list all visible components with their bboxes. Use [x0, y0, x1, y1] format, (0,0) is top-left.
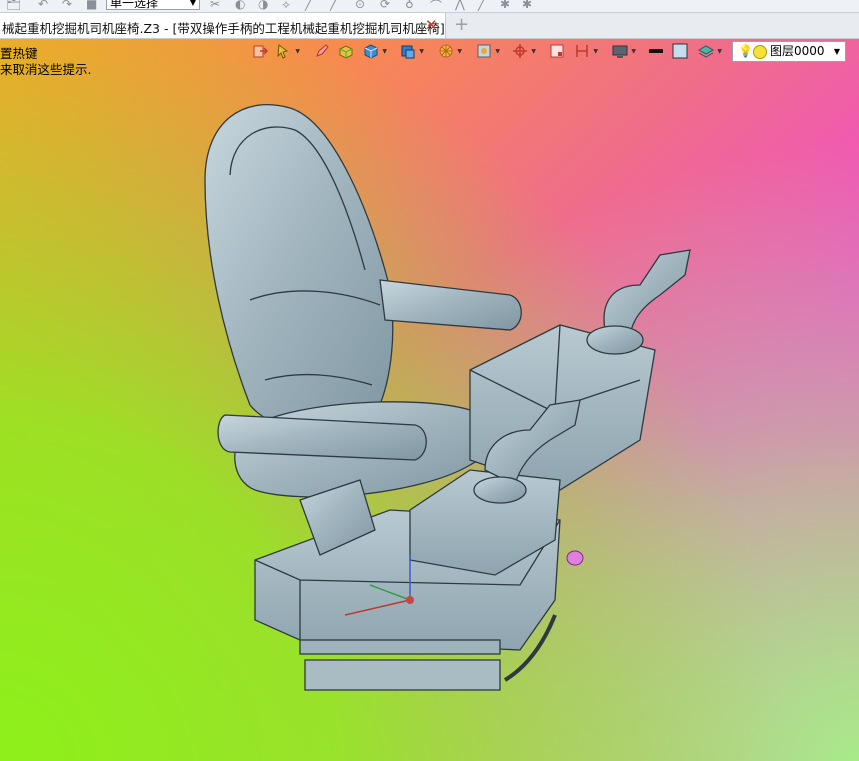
- chevron-down-icon: ▼: [833, 47, 840, 56]
- tool-icon[interactable]: ╱: [305, 0, 312, 11]
- fitting: [566, 550, 584, 566]
- exit-icon[interactable]: [250, 41, 270, 61]
- pen-icon[interactable]: [312, 41, 332, 61]
- selection-mode-value: 单一选择: [110, 0, 159, 10]
- tool-icon[interactable]: ╱: [330, 0, 337, 11]
- graphics-viewport[interactable]: 置热键 来取消这些提示. ▼ ▼ ▼ ▼ ▼ ▼ ▼ ▼ ▼ 💡 图层0000 …: [0, 39, 859, 761]
- tool-icon[interactable]: ╱: [478, 0, 485, 11]
- tool-icon[interactable]: ⊙: [355, 0, 365, 11]
- layer-name: 图层0000: [770, 44, 825, 58]
- tool-icon[interactable]: ✱: [522, 0, 532, 11]
- sun-render-icon[interactable]: ▼: [436, 41, 462, 61]
- view-cube-icon[interactable]: ▼: [398, 41, 424, 61]
- hint-text-line-2: 来取消这些提示.: [0, 62, 92, 77]
- select-filter-icon[interactable]: ▼: [274, 41, 300, 61]
- tool-icon[interactable]: ◑: [258, 0, 268, 11]
- undo-icon[interactable]: ↶: [38, 0, 48, 11]
- layer-dropdown[interactable]: 💡 图层0000 ▼: [732, 41, 846, 62]
- bulb-icon: 💡: [738, 44, 753, 58]
- color-swatch-icon[interactable]: [670, 41, 690, 61]
- monitor-icon[interactable]: ▼: [610, 41, 636, 61]
- document-tab-bar: 械起重机挖掘机司机座椅.Z3 - [带双操作手柄的工程机械起重机挖掘机司机座椅]…: [0, 13, 859, 39]
- tool-icon[interactable]: ⌒: [430, 0, 442, 12]
- top-toolbar-strip: 🗂 ↶ ↷ ■ 单一选择 ▼ ✂ ◐ ◑ ⟡ ╱ ╱ ⊙ ⟳ ♁ ⌒ ⋀ ╱ ✱…: [0, 0, 859, 13]
- tool-icon[interactable]: ◐: [235, 0, 245, 11]
- dimension-icon[interactable]: ▼: [572, 41, 598, 61]
- plus-icon[interactable]: +: [454, 14, 469, 35]
- seat-rail: [299, 639, 501, 655]
- chevron-down-icon: ▼: [189, 0, 196, 7]
- rectangle-icon[interactable]: [547, 41, 567, 61]
- tool-icon[interactable]: ✂: [210, 0, 220, 11]
- view-toolbar: ▼ ▼ ▼ ▼ ▼ ▼ ▼ ▼ ▼ 💡 图层0000 ▼: [250, 41, 858, 63]
- tool-icon[interactable]: ⋀: [455, 0, 465, 11]
- document-tab-title: 械起重机挖掘机司机座椅.Z3 - [带双操作手柄的工程机械起重机挖掘机司机座椅]: [2, 21, 445, 36]
- seat-rail-lower: [304, 659, 501, 691]
- close-icon[interactable]: ✕: [425, 16, 438, 34]
- solid-yellow-icon[interactable]: [336, 41, 356, 61]
- line-style-icon[interactable]: [646, 41, 666, 61]
- document-tab[interactable]: 械起重机挖掘机司机座椅.Z3 - [带双操作手柄的工程机械起重机挖掘机司机座椅]…: [0, 13, 446, 38]
- cube-icon[interactable]: ▼: [361, 41, 387, 61]
- selection-mode-dropdown[interactable]: 单一选择 ▼: [106, 0, 200, 10]
- layer-color-icon: [753, 45, 767, 59]
- tool-icon[interactable]: ⟳: [380, 0, 390, 11]
- tool-icon[interactable]: ⟡: [282, 0, 290, 12]
- right-armrest: [379, 279, 522, 331]
- backrest: [204, 104, 394, 438]
- tool-icon[interactable]: ✱: [500, 0, 510, 11]
- layers-icon[interactable]: ▼: [696, 41, 722, 61]
- app-icon[interactable]: 🗂: [6, 0, 21, 11]
- target-icon[interactable]: ▼: [510, 41, 536, 61]
- seat-3d-model[interactable]: [0, 39, 859, 761]
- stop-icon[interactable]: ■: [86, 0, 97, 11]
- tool-icon[interactable]: ♁: [405, 0, 414, 11]
- frame-icon[interactable]: ▼: [474, 41, 500, 61]
- redo-icon[interactable]: ↷: [62, 0, 72, 11]
